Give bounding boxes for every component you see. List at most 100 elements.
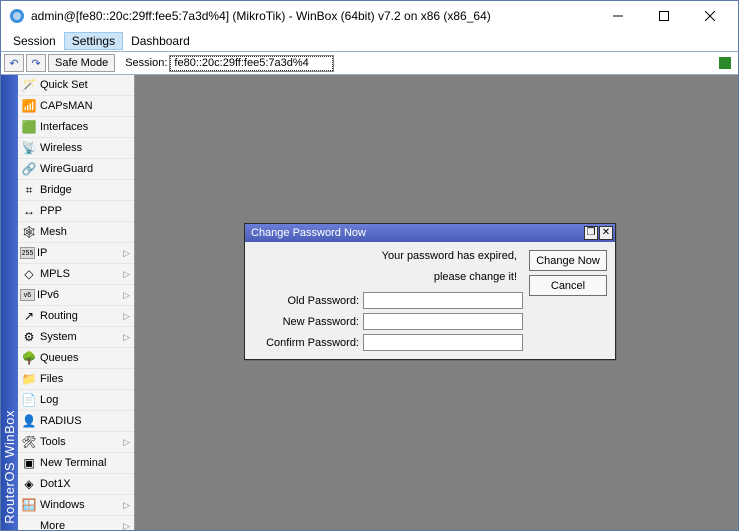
menu-settings[interactable]: Settings — [64, 32, 123, 50]
sidebar-item-quick-set[interactable]: 🪄Quick Set — [18, 75, 134, 96]
close-button[interactable] — [687, 1, 733, 31]
sidebar-item-tools[interactable]: 🛠Tools▷ — [18, 432, 134, 453]
sidebar-item-label: New Terminal — [40, 457, 130, 469]
side-strip: RouterOS WinBox — [1, 75, 18, 530]
sidebar-item-label: Routing — [40, 310, 123, 322]
sidebar-item-label: Tools — [40, 436, 123, 448]
bridge-icon: ⌗ — [20, 182, 38, 198]
files-icon: 📁 — [20, 371, 38, 387]
quick-set-icon: 🪄 — [20, 77, 38, 93]
interfaces-icon: 🟩 — [20, 119, 38, 135]
expired-message-2: please change it! — [253, 271, 523, 288]
ppp-icon: ↔ — [20, 203, 38, 219]
dot1x-icon: ◈ — [20, 476, 38, 492]
sidebar-item-windows[interactable]: 🪟Windows▷ — [18, 495, 134, 516]
product-name: RouterOS WinBox — [2, 410, 17, 524]
sidebar-item-label: Log — [40, 394, 130, 406]
sidebar-item-label: Quick Set — [40, 79, 130, 91]
confirm-password-label: Confirm Password: — [253, 337, 359, 349]
wireguard-icon: 🔗 — [20, 161, 38, 177]
sidebar-item-label: Dot1X — [40, 478, 130, 490]
menu-dashboard[interactable]: Dashboard — [123, 32, 198, 50]
chevron-right-icon: ▷ — [123, 290, 130, 301]
sidebar-item-log[interactable]: 📄Log — [18, 390, 134, 411]
sidebar-item-ip[interactable]: 255IP▷ — [18, 243, 134, 264]
sidebar-item-system[interactable]: ⚙System▷ — [18, 327, 134, 348]
safemode-button[interactable]: Safe Mode — [48, 54, 115, 72]
connection-indicator — [719, 57, 731, 69]
dialog-titlebar[interactable]: Change Password Now ❐ ✕ — [245, 224, 615, 242]
sidebar-item-dot1x[interactable]: ◈Dot1X — [18, 474, 134, 495]
chevron-right-icon: ▷ — [123, 521, 130, 531]
dialog-close-button[interactable]: ✕ — [599, 226, 613, 240]
undo-button[interactable]: ↶ — [4, 54, 24, 72]
session-label: Session: — [125, 57, 167, 69]
mesh-icon: 🕸 — [20, 224, 38, 240]
chevron-right-icon: ▷ — [123, 311, 130, 322]
sidebar-item-capsman[interactable]: 📶CAPsMAN — [18, 96, 134, 117]
toolbar: ↶ ↷ Safe Mode Session: fe80::20c:29ff:fe… — [1, 51, 738, 75]
canvas: Change Password Now ❐ ✕ Your password ha… — [135, 75, 738, 530]
old-password-input[interactable] — [363, 292, 523, 309]
cancel-button[interactable]: Cancel — [529, 275, 607, 296]
menubar: Session Settings Dashboard — [1, 31, 738, 51]
new-password-input[interactable] — [363, 313, 523, 330]
more-icon — [20, 518, 38, 530]
mpls-icon: ◇ — [20, 266, 38, 282]
sidebar-item-label: More — [40, 520, 123, 530]
sidebar-item-new-terminal[interactable]: ▣New Terminal — [18, 453, 134, 474]
sidebar-item-label: Queues — [40, 352, 130, 364]
workspace: RouterOS WinBox 🪄Quick Set📶CAPsMAN🟩Inter… — [1, 75, 738, 530]
expired-message-1: Your password has expired, — [253, 250, 523, 267]
log-icon: 📄 — [20, 392, 38, 408]
sidebar-item-label: Files — [40, 373, 130, 385]
sidebar-item-label: Bridge — [40, 184, 130, 196]
sidebar-item-label: RADIUS — [40, 415, 130, 427]
sidebar-item-label: IP — [37, 247, 123, 259]
new-terminal-icon: ▣ — [20, 455, 38, 471]
change-now-button[interactable]: Change Now — [529, 250, 607, 271]
sidebar-item-label: PPP — [40, 205, 130, 217]
new-password-label: New Password: — [253, 316, 359, 328]
dialog-restore-button[interactable]: ❐ — [584, 226, 598, 240]
session-value[interactable]: fe80::20c:29ff:fee5:7a3d%4 — [169, 55, 334, 72]
redo-button[interactable]: ↷ — [26, 54, 46, 72]
radius-icon: 👤 — [20, 413, 38, 429]
app-icon — [9, 8, 25, 24]
wireless-icon: 📡 — [20, 140, 38, 156]
sidebar-item-files[interactable]: 📁Files — [18, 369, 134, 390]
system-icon: ⚙ — [20, 329, 38, 345]
confirm-password-input[interactable] — [363, 334, 523, 351]
ip-icon: 255 — [20, 247, 35, 259]
sidebar-item-mesh[interactable]: 🕸Mesh — [18, 222, 134, 243]
sidebar-item-ipv6[interactable]: v6IPv6▷ — [18, 285, 134, 306]
minimize-button[interactable] — [595, 1, 641, 31]
sidebar-item-label: WireGuard — [40, 163, 130, 175]
sidebar-item-bridge[interactable]: ⌗Bridge — [18, 180, 134, 201]
sidebar-item-ppp[interactable]: ↔PPP — [18, 201, 134, 222]
dialog-title: Change Password Now — [251, 227, 583, 239]
sidebar-item-queues[interactable]: 🌳Queues — [18, 348, 134, 369]
change-password-dialog: Change Password Now ❐ ✕ Your password ha… — [244, 223, 616, 360]
chevron-right-icon: ▷ — [123, 332, 130, 343]
maximize-button[interactable] — [641, 1, 687, 31]
chevron-right-icon: ▷ — [123, 500, 130, 511]
tools-icon: 🛠 — [20, 434, 38, 450]
sidebar-item-label: System — [40, 331, 123, 343]
titlebar: admin@[fe80::20c:29ff:fee5:7a3d%4] (Mikr… — [1, 1, 738, 31]
chevron-right-icon: ▷ — [123, 269, 130, 280]
sidebar-item-routing[interactable]: ↗Routing▷ — [18, 306, 134, 327]
sidebar-item-radius[interactable]: 👤RADIUS — [18, 411, 134, 432]
sidebar-item-wireguard[interactable]: 🔗WireGuard — [18, 159, 134, 180]
sidebar-item-label: IPv6 — [37, 289, 123, 301]
sidebar-item-interfaces[interactable]: 🟩Interfaces — [18, 117, 134, 138]
sidebar-item-wireless[interactable]: 📡Wireless — [18, 138, 134, 159]
routing-icon: ↗ — [20, 308, 38, 324]
sidebar-item-more[interactable]: More▷ — [18, 516, 134, 530]
sidebar-item-label: Mesh — [40, 226, 130, 238]
sidebar-item-label: CAPsMAN — [40, 100, 130, 112]
old-password-label: Old Password: — [253, 295, 359, 307]
sidebar-item-mpls[interactable]: ◇MPLS▷ — [18, 264, 134, 285]
menu-session[interactable]: Session — [5, 32, 64, 50]
ipv6-icon: v6 — [20, 289, 35, 301]
